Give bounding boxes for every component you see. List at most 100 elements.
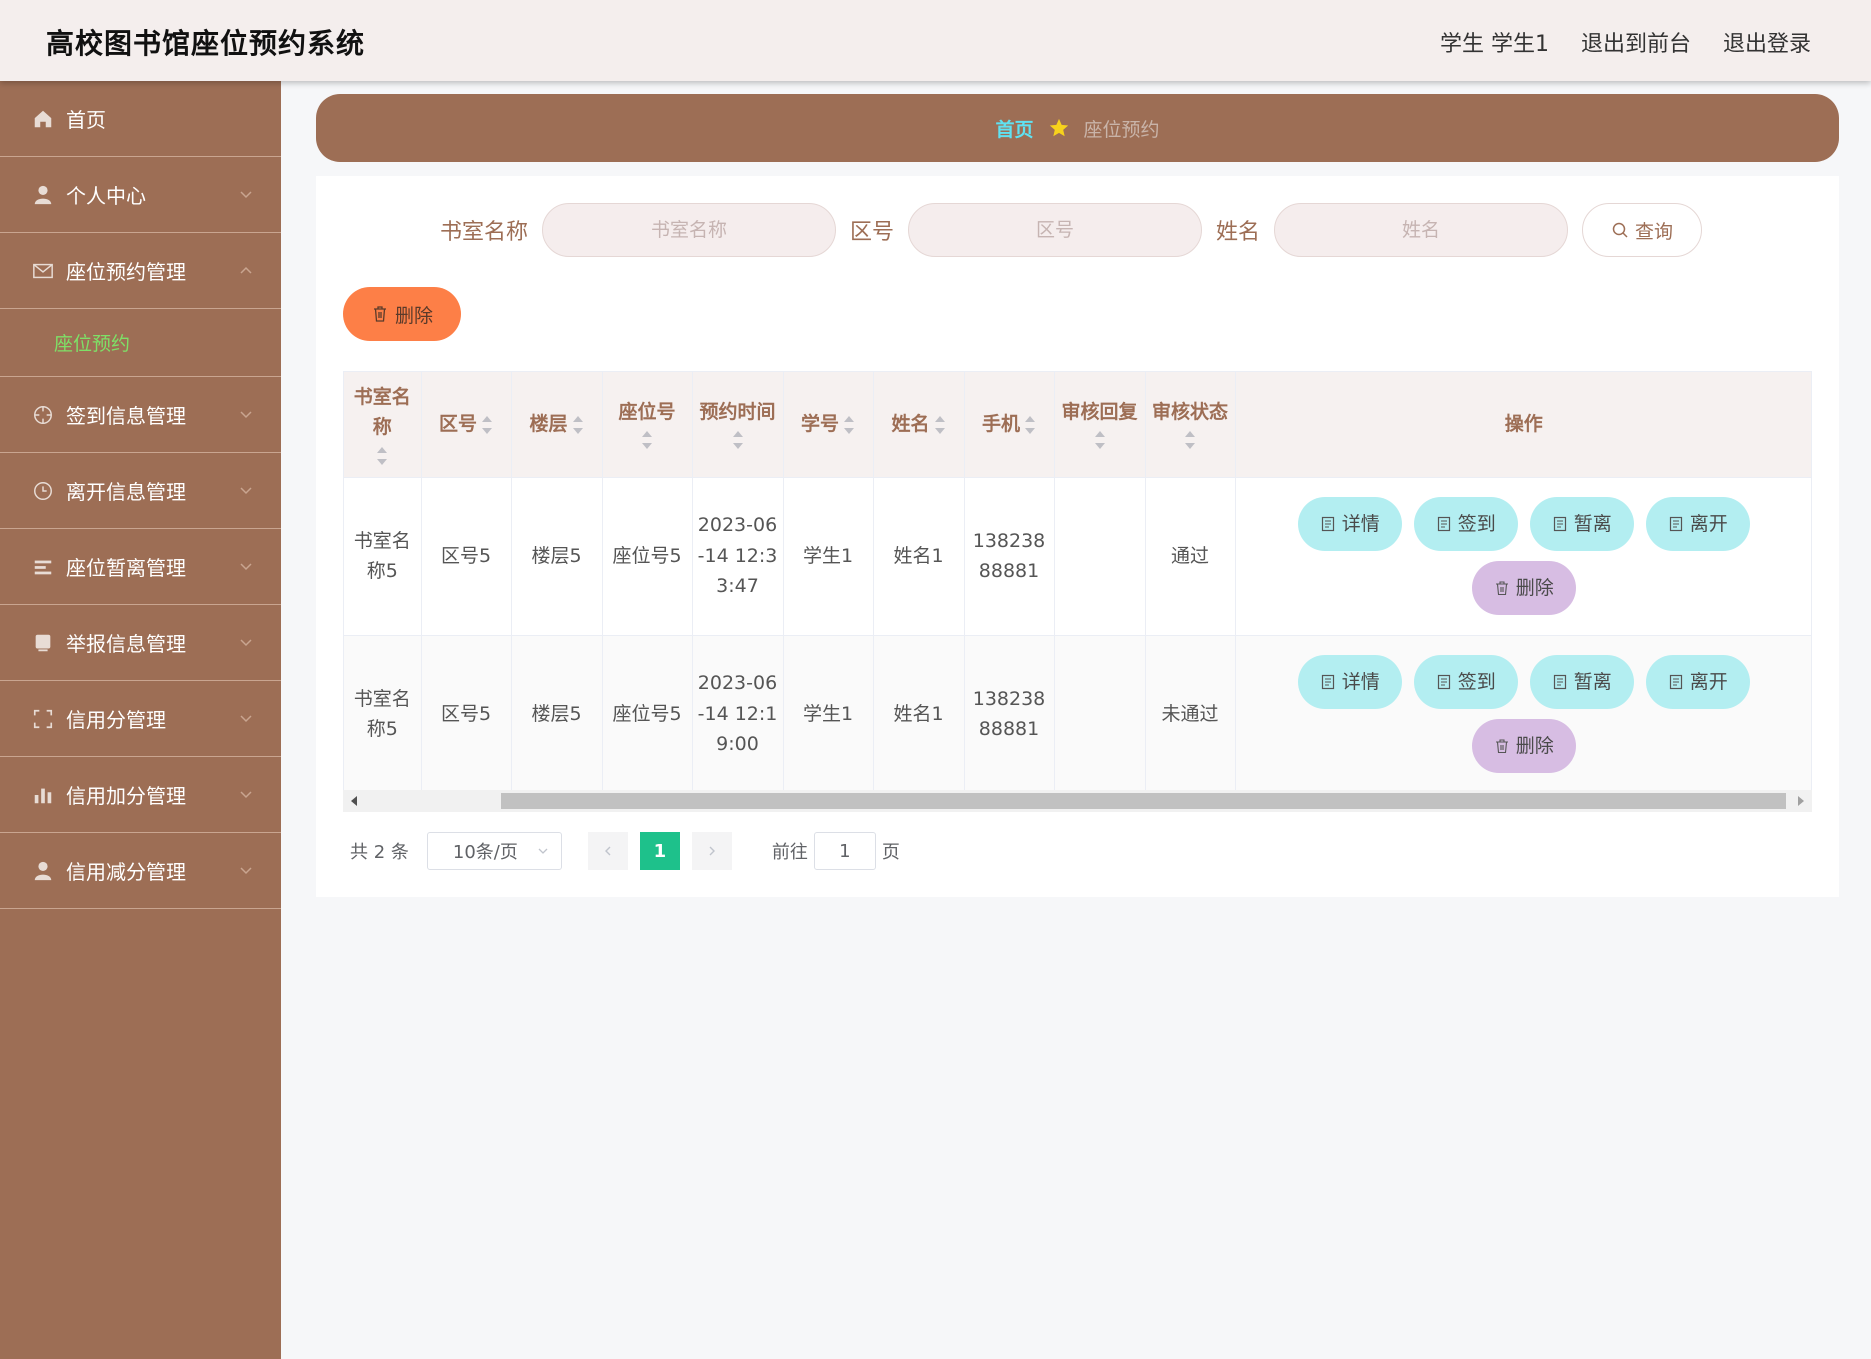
sidebar-item-report[interactable]: 举报信息管理 [0, 605, 281, 681]
home-icon [32, 108, 54, 130]
goto-page-input[interactable] [813, 832, 876, 870]
query-button-label: 查询 [1635, 220, 1674, 243]
sort-icon[interactable] [732, 429, 744, 451]
scrollbar-thumb[interactable] [501, 793, 1786, 809]
column-header-reply[interactable]: 审核回复 [1054, 372, 1146, 478]
horizontal-scrollbar[interactable] [343, 790, 1812, 812]
breadcrumb-home[interactable]: 首页 [995, 115, 1033, 142]
top-bar: 高校图书馆座位预约系统 学生 学生1 退出到前台 退出登录 [0, 0, 1871, 81]
sidebar-item-credit[interactable]: 信用分管理 [0, 681, 281, 757]
leave-button[interactable]: 离开 [1645, 655, 1750, 709]
cell-actions: 详情 签到 暂离 离开 删除 [1235, 635, 1811, 791]
chevron-down-icon [240, 715, 252, 723]
chevron-down-icon [240, 563, 252, 571]
delete-button[interactable]: 删除 [1471, 561, 1576, 615]
scroll-left-icon[interactable] [351, 796, 357, 806]
user-icon [32, 860, 54, 882]
delete-button[interactable]: 删除 [1471, 719, 1576, 773]
away-button[interactable]: 暂离 [1529, 655, 1634, 709]
cell-status: 通过 [1145, 477, 1236, 636]
column-header-name[interactable]: 姓名 [873, 372, 965, 478]
leave-button[interactable]: 离开 [1645, 497, 1750, 551]
document-icon [1321, 516, 1334, 532]
sidebar-item-label: 座位预约管理 [66, 260, 186, 284]
detail-button-label: 详情 [1341, 512, 1380, 535]
column-header-time[interactable]: 预约时间 [692, 372, 784, 478]
page-size-select[interactable]: 10条/页 [426, 832, 562, 870]
sidebar-item-label: 举报信息管理 [66, 632, 186, 656]
cell-seat: 座位号5 [602, 635, 693, 791]
sidebar-item-credit-add[interactable]: 信用加分管理 [0, 757, 281, 833]
trash-icon [1495, 739, 1508, 754]
scroll-right-icon[interactable] [1798, 796, 1804, 806]
sidebar-item-leave[interactable]: 离开信息管理 [0, 453, 281, 529]
sidebar-item-label: 首页 [66, 108, 106, 132]
sidebar-subitem-seat-reservation[interactable]: 座位预约 [0, 309, 281, 377]
checkin-button[interactable]: 签到 [1413, 497, 1518, 551]
sort-icon[interactable] [934, 414, 946, 436]
exit-to-front-link[interactable]: 退出到前台 [1581, 26, 1691, 58]
column-header-status[interactable]: 审核状态 [1145, 372, 1236, 478]
cell-room: 书室名称5 [344, 477, 422, 636]
column-header-seat[interactable]: 座位号 [602, 372, 693, 478]
page-number-button[interactable]: 1 [639, 832, 680, 870]
current-user-label[interactable]: 学生 学生1 [1440, 26, 1549, 58]
column-header-phone[interactable]: 手机 [964, 372, 1055, 478]
sidebar-item-label: 信用减分管理 [66, 860, 186, 884]
detail-button[interactable]: 详情 [1297, 655, 1402, 709]
name-input[interactable] [1274, 203, 1569, 257]
delete-button-label: 删除 [1515, 734, 1554, 757]
list-icon [32, 556, 54, 578]
sort-icon[interactable] [572, 414, 584, 436]
bar-chart-icon [32, 784, 54, 806]
batch-delete-button[interactable]: 删除 [343, 287, 461, 341]
column-header-label: 操作 [1504, 413, 1543, 436]
sidebar-item-home[interactable]: 首页 [0, 81, 281, 157]
detail-button-label: 详情 [1341, 670, 1380, 693]
zone-input[interactable] [908, 203, 1203, 257]
sidebar-item-seat-reservation[interactable]: 座位预约管理 [0, 233, 281, 309]
sort-icon[interactable] [1184, 429, 1196, 451]
document-icon [1321, 674, 1334, 690]
column-header-student-no[interactable]: 学号 [783, 372, 874, 478]
sidebar-item-checkin[interactable]: 签到信息管理 [0, 377, 281, 453]
checkin-button[interactable]: 签到 [1413, 655, 1518, 709]
cell-floor: 楼层5 [511, 477, 603, 636]
sort-icon[interactable] [376, 445, 388, 467]
sidebar-item-label: 签到信息管理 [66, 404, 186, 428]
sort-icon[interactable] [843, 414, 855, 436]
cell-student-no: 学生1 [783, 635, 874, 791]
prev-page-button[interactable] [587, 832, 628, 870]
column-header-zone[interactable]: 区号 [421, 372, 512, 478]
sort-icon[interactable] [481, 414, 493, 436]
sort-icon[interactable] [1024, 414, 1036, 436]
document-icon [1669, 674, 1682, 690]
goto-page: 前往 页 [772, 832, 900, 870]
page-size-value: 10条/页 [452, 842, 518, 863]
table-row: 书室名称5 区号5 楼层5 座位号5 2023-06-14 12:33:47 学… [344, 477, 1811, 636]
chevron-down-icon [538, 848, 548, 854]
sidebar-item-temporary-away[interactable]: 座位暂离管理 [0, 529, 281, 605]
sort-icon[interactable] [641, 429, 653, 451]
chevron-left-icon [604, 846, 611, 856]
search-icon [1612, 222, 1628, 238]
next-page-button[interactable] [691, 832, 732, 870]
trash-icon [373, 306, 386, 322]
logout-link[interactable]: 退出登录 [1723, 26, 1811, 58]
sort-icon[interactable] [1094, 429, 1106, 451]
app-title: 高校图书馆座位预约系统 [46, 27, 366, 60]
away-button[interactable]: 暂离 [1529, 497, 1634, 551]
sidebar-item-profile[interactable]: 个人中心 [0, 157, 281, 233]
sidebar-item-label: 座位暂离管理 [66, 556, 186, 580]
query-button[interactable]: 查询 [1582, 203, 1703, 257]
chevron-up-icon [240, 266, 252, 274]
column-header-room[interactable]: 书室名称 [344, 372, 422, 478]
cell-zone: 区号5 [421, 477, 512, 636]
sidebar-item-credit-deduct[interactable]: 信用减分管理 [0, 833, 281, 909]
column-header-label: 手机 [981, 413, 1020, 436]
room-name-input[interactable] [542, 203, 837, 257]
cell-time: 2023-06-14 12:19:00 [692, 635, 784, 791]
detail-button[interactable]: 详情 [1297, 497, 1402, 551]
compass-icon [32, 404, 54, 426]
column-header-floor[interactable]: 楼层 [511, 372, 603, 478]
